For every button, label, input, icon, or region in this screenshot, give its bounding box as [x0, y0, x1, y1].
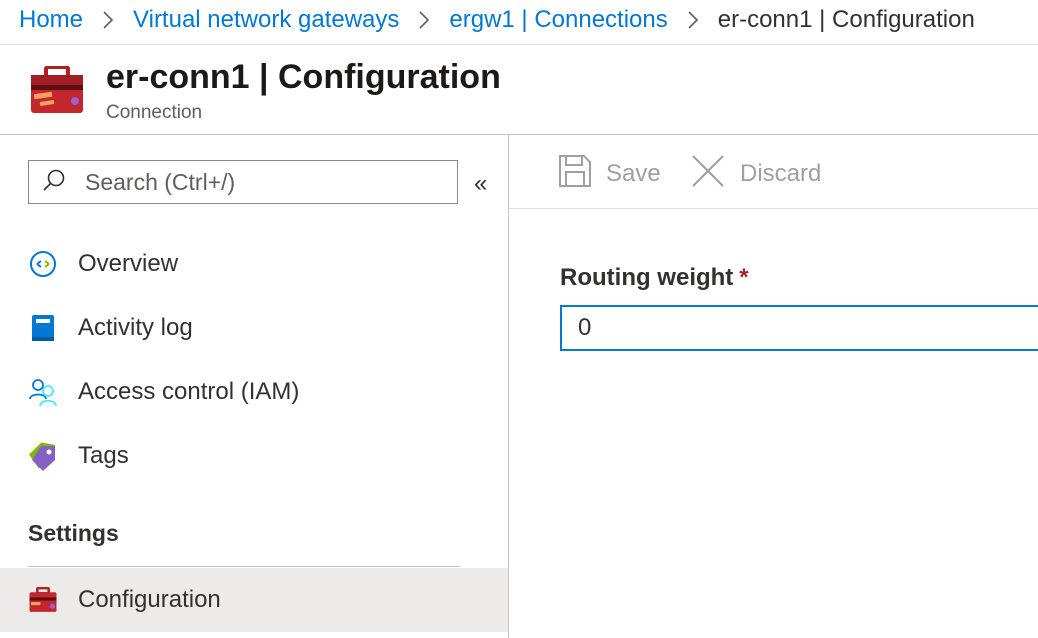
sidebar-item-label: Overview	[78, 250, 179, 277]
search-input[interactable]	[83, 167, 427, 197]
page-title: er-conn1 | Configuration	[106, 58, 501, 96]
overview-icon	[28, 249, 58, 279]
discard-button[interactable]: Discard	[690, 152, 821, 196]
breadcrumb-current: er-conn1 | Configuration	[717, 6, 975, 33]
save-icon	[558, 154, 592, 195]
discard-label: Discard	[740, 160, 822, 187]
sidebar-item-label: Access control (IAM)	[78, 378, 300, 405]
header-divider	[0, 134, 1038, 135]
people-icon	[28, 377, 58, 407]
sidebar-item-configuration[interactable]: Configuration	[0, 568, 508, 632]
search-box[interactable]	[28, 160, 458, 204]
sidebar-divider	[508, 135, 509, 638]
toolbox-icon	[28, 585, 58, 615]
chevron-right-icon	[668, 10, 699, 30]
toolbox-icon	[30, 65, 84, 114]
routing-weight-input[interactable]	[560, 305, 1038, 351]
save-label: Save	[606, 160, 661, 187]
close-icon	[690, 153, 726, 196]
breadcrumb-connections-link[interactable]: ergw1 | Connections	[430, 6, 667, 34]
tag-icon	[28, 441, 58, 471]
routing-weight-label-text: Routing weight	[560, 264, 734, 291]
save-button[interactable]: Save	[558, 152, 661, 196]
chevron-right-icon	[399, 10, 430, 30]
breadcrumb-divider	[0, 44, 1038, 45]
sidebar-item-label: Tags	[78, 442, 129, 469]
sidebar-item-activity-log[interactable]: Activity log	[0, 296, 508, 360]
settings-section-heading: Settings	[28, 520, 119, 546]
chevron-right-icon	[83, 10, 114, 30]
activity-log-icon	[28, 313, 58, 343]
breadcrumb-home-link[interactable]: Home	[0, 6, 83, 34]
sidebar-item-access-control[interactable]: Access control (IAM)	[0, 360, 508, 424]
sidebar-item-tags[interactable]: Tags	[0, 424, 508, 488]
required-marker: *	[739, 264, 749, 291]
settings-section-divider	[28, 566, 460, 567]
breadcrumb-vng-link[interactable]: Virtual network gateways	[114, 6, 399, 34]
sidebar-item-label: Activity log	[78, 314, 193, 341]
breadcrumb: Home Virtual network gateways ergw1 | Co…	[0, 0, 1038, 40]
toolbar-divider	[509, 208, 1038, 209]
page-subtitle: Connection	[106, 102, 203, 123]
sidebar-item-label: Configuration	[78, 586, 221, 613]
sidebar-item-overview[interactable]: Overview	[0, 232, 508, 296]
search-icon	[29, 167, 67, 198]
collapse-sidebar-button[interactable]: «	[474, 170, 487, 198]
routing-weight-label: Routing weight *	[560, 264, 749, 292]
